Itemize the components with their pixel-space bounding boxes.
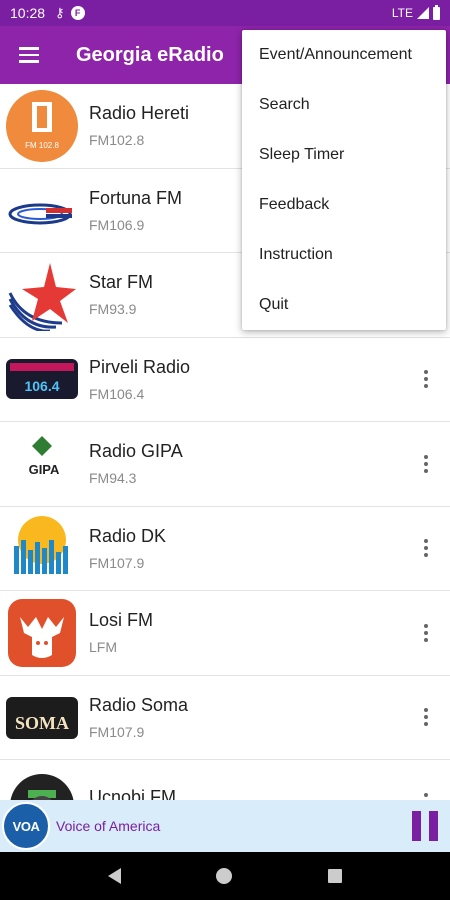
station-row[interactable]: 106.4 Pirveli Radio FM106.4 [0,338,450,422]
station-name: Pirveli Radio [89,356,191,377]
logo-text: GIPA [29,462,60,477]
logo-text: FM 102.8 [25,141,59,150]
station-logo-fortuna-fm [6,174,78,246]
station-logo-radio-soma: SOMA [6,681,78,753]
station-frequency: FM106.9 [89,216,145,233]
status-right: LTE [391,4,440,20]
station-logo-radio-hereti: FM 102.8 [6,89,78,162]
player-station-name: Voice of America [56,818,161,834]
signal-icon [417,7,429,19]
player-station-logo: VOA [2,802,50,850]
menu-item-search[interactable]: Search [242,80,446,130]
station-frequency: LFM [89,639,117,656]
station-logo-losi-fm [6,597,78,669]
back-icon[interactable] [107,868,121,884]
menu-item-feedback[interactable]: Feedback [242,180,446,230]
station-logo-ucnobi-fm [6,766,78,800]
battery-icon [433,4,440,20]
menu-item-event-announcement[interactable]: Event/Announcement [242,30,446,80]
menu-icon[interactable] [0,26,58,84]
pause-icon[interactable] [412,811,438,841]
station-frequency: FM107.9 [89,554,145,571]
station-name: Ucnobi FM [89,787,177,800]
station-name: Radio DK [89,525,167,546]
logo-text: SOMA [15,713,69,733]
key-icon: ⚷ [55,5,65,20]
station-frequency: FM106.4 [89,385,145,402]
overflow-menu: Event/Announcement Search Sleep Timer Fe… [242,30,446,330]
f-badge-icon: F [70,6,85,20]
station-logo-pirveli-radio: 106.4 [6,343,78,415]
station-name: Losi FM [89,610,154,631]
station-logo-radio-gipa: GIPA [6,428,78,500]
menu-item-quit[interactable]: Quit [242,280,446,330]
station-name: Radio Hereti [89,103,190,124]
station-logo-radio-dk [6,512,78,584]
status-icons: ⚷ F [55,5,85,21]
station-frequency: FM94.3 [89,470,137,487]
menu-item-instruction[interactable]: Instruction [242,230,446,280]
status-bar: 10:28 ⚷ F LTE [0,0,450,26]
station-frequency: FM93.9 [89,301,137,318]
home-icon[interactable] [216,868,233,884]
station-name: Radio Soma [89,694,189,715]
station-name: Radio GIPA [89,441,183,462]
status-time: 10:28 [10,5,46,21]
station-logo-star-fm [6,259,78,331]
station-name: Fortuna FM [89,187,183,208]
station-row[interactable]: SOMA Radio Soma FM107.9 [0,676,450,760]
now-playing-bar[interactable]: VOA Voice of America [0,800,450,852]
station-row[interactable]: Ucnobi FM [0,760,450,800]
network-type: LTE [391,6,413,20]
more-options-icon[interactable] [416,367,436,391]
station-row[interactable]: Losi FM LFM [0,591,450,676]
logo-text: 106.4 [24,378,59,394]
station-frequency: FM102.8 [89,132,145,149]
station-name: Star FM [89,272,154,293]
more-options-icon[interactable] [416,621,436,645]
station-row[interactable]: Radio DK FM107.9 [0,507,450,591]
station-frequency: FM107.9 [89,723,145,740]
station-row[interactable]: GIPA Radio GIPA FM94.3 [0,422,450,507]
more-options-icon[interactable] [416,536,436,560]
more-options-icon[interactable] [416,790,436,800]
more-options-icon[interactable] [416,705,436,729]
app-title: Georgia eRadio [76,43,224,66]
menu-item-sleep-timer[interactable]: Sleep Timer [242,130,446,180]
recent-apps-icon[interactable] [328,869,343,883]
system-nav-bar [0,852,450,900]
more-options-icon[interactable] [416,452,436,476]
